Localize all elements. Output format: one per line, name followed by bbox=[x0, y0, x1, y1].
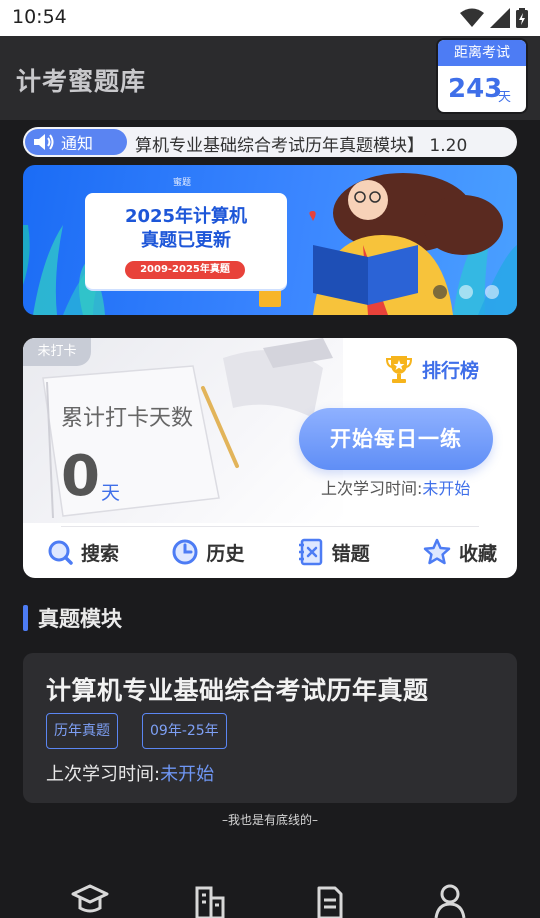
module-last-study-label: 上次学习时间: bbox=[46, 764, 161, 785]
wrong-question-icon bbox=[298, 538, 322, 566]
building-icon bbox=[195, 886, 225, 918]
end-of-list-note: –我也是有底线的– bbox=[221, 813, 318, 827]
checkin-days-label: 累计打卡天数 bbox=[61, 406, 194, 431]
banner-pagination[interactable] bbox=[433, 285, 499, 299]
ranking-button[interactable]: 排行榜 bbox=[385, 354, 479, 384]
banner-brand: 蜜题 bbox=[173, 178, 192, 188]
wifi-icon bbox=[460, 8, 484, 27]
quick-tools: 搜索 历史 错题 收藏 bbox=[47, 538, 497, 566]
tool-label: 历史 bbox=[206, 542, 245, 565]
module-tag: 历年真题 bbox=[46, 713, 118, 749]
tool-label: 错题 bbox=[331, 542, 370, 565]
tab-profile[interactable] bbox=[430, 880, 470, 918]
banner-dot[interactable] bbox=[433, 285, 447, 299]
notice-tag-label: 通知 bbox=[61, 134, 94, 153]
tool-wrong-questions[interactable]: 错题 bbox=[298, 538, 370, 566]
signal-icon bbox=[490, 8, 510, 28]
checkin-status-badge: 未打卡 bbox=[23, 338, 91, 366]
status-time: 10:54 bbox=[12, 6, 67, 28]
tab-institutions[interactable] bbox=[190, 880, 230, 918]
banner-headline-1: 2025年计算机 bbox=[124, 206, 248, 227]
banner-headline-2: 真题已更新 bbox=[141, 230, 231, 251]
tool-label: 搜索 bbox=[81, 542, 120, 565]
module-tags: 历年真题 09年-25年 bbox=[46, 713, 227, 749]
banner-dot[interactable] bbox=[485, 285, 499, 299]
countdown-unit: 天 bbox=[498, 90, 512, 105]
ranking-label: 排行榜 bbox=[421, 359, 479, 382]
app-title: 计考蜜题库 bbox=[16, 67, 147, 96]
module-last-study-value: 未开始 bbox=[160, 764, 215, 785]
search-icon bbox=[48, 540, 73, 565]
last-study-value: 未开始 bbox=[422, 479, 471, 498]
document-icon bbox=[317, 886, 343, 918]
bottom-tab-bar bbox=[0, 880, 540, 918]
user-icon bbox=[434, 884, 466, 918]
graduation-cap-icon bbox=[71, 884, 109, 913]
banner-card: 2025年计算机 真题已更新 2009-2025年真题 bbox=[85, 193, 287, 289]
star-icon bbox=[423, 538, 451, 565]
clock-icon bbox=[172, 539, 198, 565]
start-daily-practice-button[interactable]: 开始每日一练 bbox=[299, 408, 493, 470]
module-tag: 09年-25年 bbox=[142, 713, 227, 749]
app-bar: 计考蜜题库 距离考试 243 天 bbox=[0, 36, 540, 120]
section-accent-bar bbox=[23, 605, 28, 631]
tab-documents[interactable] bbox=[310, 880, 350, 918]
checkin-card: 未打卡 排行榜 累计打卡天数 0 天 开始每日一练 上次学习时间:未开始 搜索 bbox=[23, 338, 517, 578]
notice-tag: 通知 bbox=[25, 129, 127, 155]
tab-home[interactable] bbox=[70, 880, 110, 918]
last-study-label: 上次学习时间: bbox=[321, 479, 423, 498]
banner-pill: 2009-2025年真题 bbox=[125, 261, 245, 279]
tool-history[interactable]: 历史 bbox=[172, 538, 244, 566]
tool-label: 收藏 bbox=[458, 542, 497, 565]
checkin-days-unit: 天 bbox=[101, 482, 121, 504]
status-bar: 10:54 bbox=[0, 0, 540, 36]
exam-countdown[interactable]: 距离考试 243 天 bbox=[438, 40, 526, 112]
checkin-divider bbox=[61, 526, 479, 527]
checkin-last-study: 上次学习时间:未开始 bbox=[321, 475, 470, 499]
countdown-label: 距离考试 bbox=[438, 40, 526, 66]
tool-favorites[interactable]: 收藏 bbox=[423, 538, 497, 566]
countdown-days: 243 bbox=[448, 74, 503, 104]
notice-text: 算机专业基础综合考试历年真题模块】 1.20 bbox=[135, 136, 468, 156]
notice-bar[interactable]: 通知 算机专业基础综合考试历年真题模块】 1.20 bbox=[23, 127, 517, 157]
module-title: 计算机专业基础综合考试历年真题 bbox=[46, 676, 429, 705]
status-icons bbox=[460, 6, 528, 30]
tool-search[interactable]: 搜索 bbox=[47, 538, 119, 566]
module-last-study: 上次学习时间:未开始 bbox=[46, 760, 214, 786]
banner-dot[interactable] bbox=[459, 285, 473, 299]
checkin-days-value: 0 bbox=[61, 444, 100, 509]
exam-module-card[interactable]: 计算机专业基础综合考试历年真题 历年真题 09年-25年 上次学习时间:未开始 bbox=[23, 653, 517, 803]
battery-icon bbox=[516, 8, 528, 28]
promo-banner[interactable]: 蜜题 2025年计算机 真题已更新 2009-2025年真题 bbox=[23, 165, 517, 315]
speaker-icon bbox=[34, 134, 54, 150]
section-title: 真题模块 bbox=[38, 607, 122, 631]
section-header: 真题模块 bbox=[23, 604, 122, 632]
trophy-icon bbox=[385, 356, 412, 383]
